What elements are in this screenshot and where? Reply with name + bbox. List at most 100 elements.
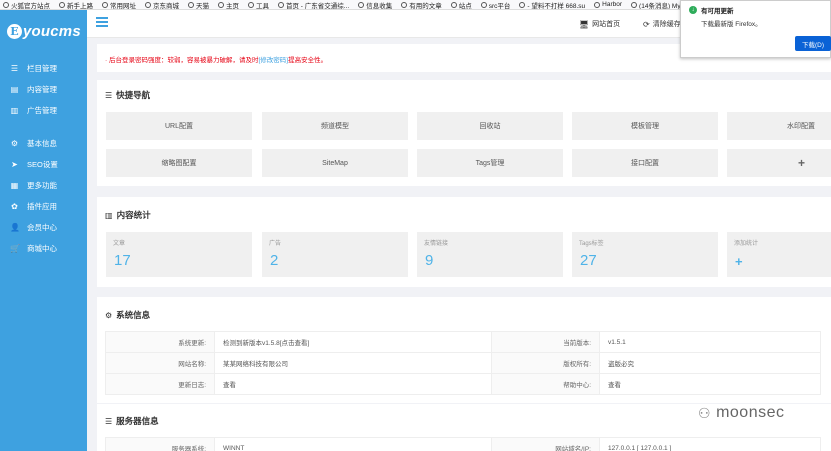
globe-icon: [594, 1, 601, 8]
stat-articles[interactable]: 文章 17: [106, 232, 252, 277]
site-home-link[interactable]: 🖥 网站首页: [579, 19, 620, 29]
globe-icon: [3, 1, 9, 8]
help-center-link[interactable]: 查看: [599, 373, 821, 395]
menu-toggle-icon[interactable]: [96, 17, 108, 27]
file-icon: ▤: [10, 85, 19, 94]
send-icon: ➤: [11, 160, 18, 169]
folder-icon: [358, 1, 365, 8]
globe-icon: [145, 1, 151, 8]
quick-nav-sitemap[interactable]: SiteMap: [262, 149, 408, 177]
logo-text: youcms: [23, 22, 81, 40]
stat-links[interactable]: 友情链接 9: [417, 232, 563, 277]
sidebar-item-shop[interactable]: 🛒 商城中心: [0, 238, 87, 259]
download-button[interactable]: 下载(D): [795, 36, 831, 51]
quick-nav-title: ☰ 快捷导航: [105, 90, 151, 100]
plus-icon: +: [735, 254, 743, 269]
bookmark[interactable]: 天猫: [188, 0, 209, 9]
system-info-table: 系统更新: 检测到新版本v1.5.8[点击查看] 当前版本: v1.5.1 网站…: [105, 331, 821, 395]
sidebar-item-more[interactable]: ▦ 更多功能: [0, 175, 87, 196]
quick-nav-url[interactable]: URL配置: [106, 112, 252, 140]
bookmark[interactable]: 京东商城: [145, 0, 179, 9]
change-password-link[interactable]: [修改密码]: [258, 57, 288, 64]
sidebar-item-plugins[interactable]: ✿ 插件应用: [0, 196, 87, 217]
folder-icon: [480, 1, 487, 8]
update-check-link[interactable]: 检测到新版本v1.5.8[点击查看]: [214, 331, 492, 353]
bookmark[interactable]: 有用的文章: [401, 0, 442, 9]
user-icon: 👤: [10, 223, 20, 232]
watermark: ⚇ moonsec: [698, 404, 785, 421]
quick-nav-template[interactable]: 模板管理: [572, 112, 718, 140]
sidebar-item-content[interactable]: ▤ 内容管理: [0, 79, 87, 100]
stats-title: ▥ 内容统计: [105, 210, 151, 220]
bookmark[interactable]: 首页 - 广东省交通综...: [278, 0, 349, 9]
logo[interactable]: E youcms: [0, 10, 87, 52]
bookmark[interactable]: 主页: [218, 0, 239, 9]
stat-tags[interactable]: Tags标签 27: [572, 232, 718, 277]
quick-nav-thumbnail[interactable]: 缩略图配置: [106, 149, 252, 177]
quick-nav-channel[interactable]: 频道模型: [262, 112, 408, 140]
table-row: 服务器系统: WINNT 网站域名/IP: 127.0.0.1 [ 127.0.…: [105, 437, 821, 451]
grid-icon: ▦: [10, 181, 19, 190]
globe-icon: [218, 1, 224, 8]
globe-icon: [631, 1, 638, 8]
server-info-table: 服务器系统: WINNT 网站域名/IP: 127.0.0.1 [ 127.0.…: [105, 437, 821, 451]
stat-ads[interactable]: 广告 2: [262, 232, 408, 277]
sidebar-item-basic[interactable]: ⚙ 基本信息: [0, 133, 87, 154]
bar-chart-icon: ▥: [105, 210, 113, 220]
bookmark[interactable]: (14条消息) My...: [631, 0, 686, 9]
bookmark[interactable]: 常用网址: [102, 0, 136, 9]
update-icon: ↓: [689, 6, 697, 14]
popup-message: 下载最新版 Firefox。: [701, 21, 762, 28]
clear-cache-link[interactable]: ⟳ 清除缓存: [643, 19, 681, 29]
copyright-link[interactable]: 盗版必究: [599, 352, 821, 374]
sidebar-item-ads[interactable]: ▥ 广告管理: [0, 100, 87, 121]
quick-nav-recycle[interactable]: 回收站: [417, 112, 563, 140]
bookmark[interactable]: 火狐官方站点: [3, 0, 50, 9]
sidebar-separator: [0, 121, 87, 133]
logo-icon: E: [7, 23, 22, 39]
globe-icon: [188, 1, 194, 8]
folder-icon: [450, 1, 457, 8]
gear-icon: ⚙: [105, 310, 113, 320]
gear-icon: ⚙: [10, 139, 19, 148]
quick-nav-tags[interactable]: Tags管理: [417, 149, 563, 177]
table-row: 系统更新: 检测到新版本v1.5.8[点击查看] 当前版本: v1.5.1: [105, 331, 821, 353]
monitor-icon: 🖥: [579, 19, 590, 29]
table-row: 网站名称: 某某网络科技有限公司 版权所有: 盗版必究: [105, 352, 821, 374]
server-info-title: ☰ 服务器信息: [105, 416, 159, 426]
bookmark[interactable]: src平台: [480, 0, 510, 9]
table-row: 更新日志: 查看 帮助中心: 查看: [105, 373, 821, 395]
sidebar-nav: ☰ 栏目管理 ▤ 内容管理 ▥ 广告管理 ⚙ 基本信息 ➤ SEO设置 ▦ 更多功能 ✿ 插件…: [0, 58, 87, 259]
list-icon: ☰: [105, 416, 113, 426]
bookmark[interactable]: 站点: [450, 0, 472, 9]
system-info-title: ⚙ 系统信息: [105, 310, 151, 320]
list-icon: ☰: [10, 64, 19, 73]
popup-title: ↓ 有可用更新: [689, 5, 734, 15]
list-icon: ☰: [105, 90, 113, 100]
quick-nav-api[interactable]: 接口配置: [572, 149, 718, 177]
globe-icon: [59, 1, 65, 8]
sidebar-item-seo[interactable]: ➤ SEO设置: [0, 154, 87, 175]
stat-add[interactable]: 添加统计 +: [727, 232, 831, 277]
sidebar-item-members[interactable]: 👤 会员中心: [0, 217, 87, 238]
globe-icon: [102, 1, 108, 8]
sidebar: E youcms ☰ 栏目管理 ▤ 内容管理 ▥ 广告管理 ⚙ 基本信息 ➤ SEO设置 …: [0, 10, 87, 451]
folder-icon: [401, 1, 408, 8]
folder-icon: [248, 1, 254, 8]
cart-icon: 🛒: [10, 244, 20, 253]
bookmark[interactable]: 新手上路: [59, 0, 93, 9]
refresh-icon: ⟳: [643, 19, 650, 29]
update-popup: ↓ 有可用更新 下载最新版 Firefox。 下载(D): [680, 0, 831, 58]
wechat-icon: ⚇: [698, 404, 712, 421]
bookmark[interactable]: 工具: [248, 0, 269, 9]
quick-nav-add-button[interactable]: +: [727, 149, 831, 177]
plugin-icon: ✿: [11, 202, 18, 211]
quick-nav-watermark[interactable]: 水印配置: [727, 112, 831, 140]
changelog-link[interactable]: 查看: [214, 373, 492, 395]
bookmark[interactable]: Harbor: [594, 1, 622, 8]
bookmark[interactable]: 信息收集: [358, 0, 392, 9]
bookmark[interactable]: - 望料不打样 668.su: [519, 0, 585, 9]
globe-icon: [519, 1, 526, 8]
sidebar-item-column[interactable]: ☰ 栏目管理: [0, 58, 87, 79]
globe-icon: [278, 1, 284, 8]
